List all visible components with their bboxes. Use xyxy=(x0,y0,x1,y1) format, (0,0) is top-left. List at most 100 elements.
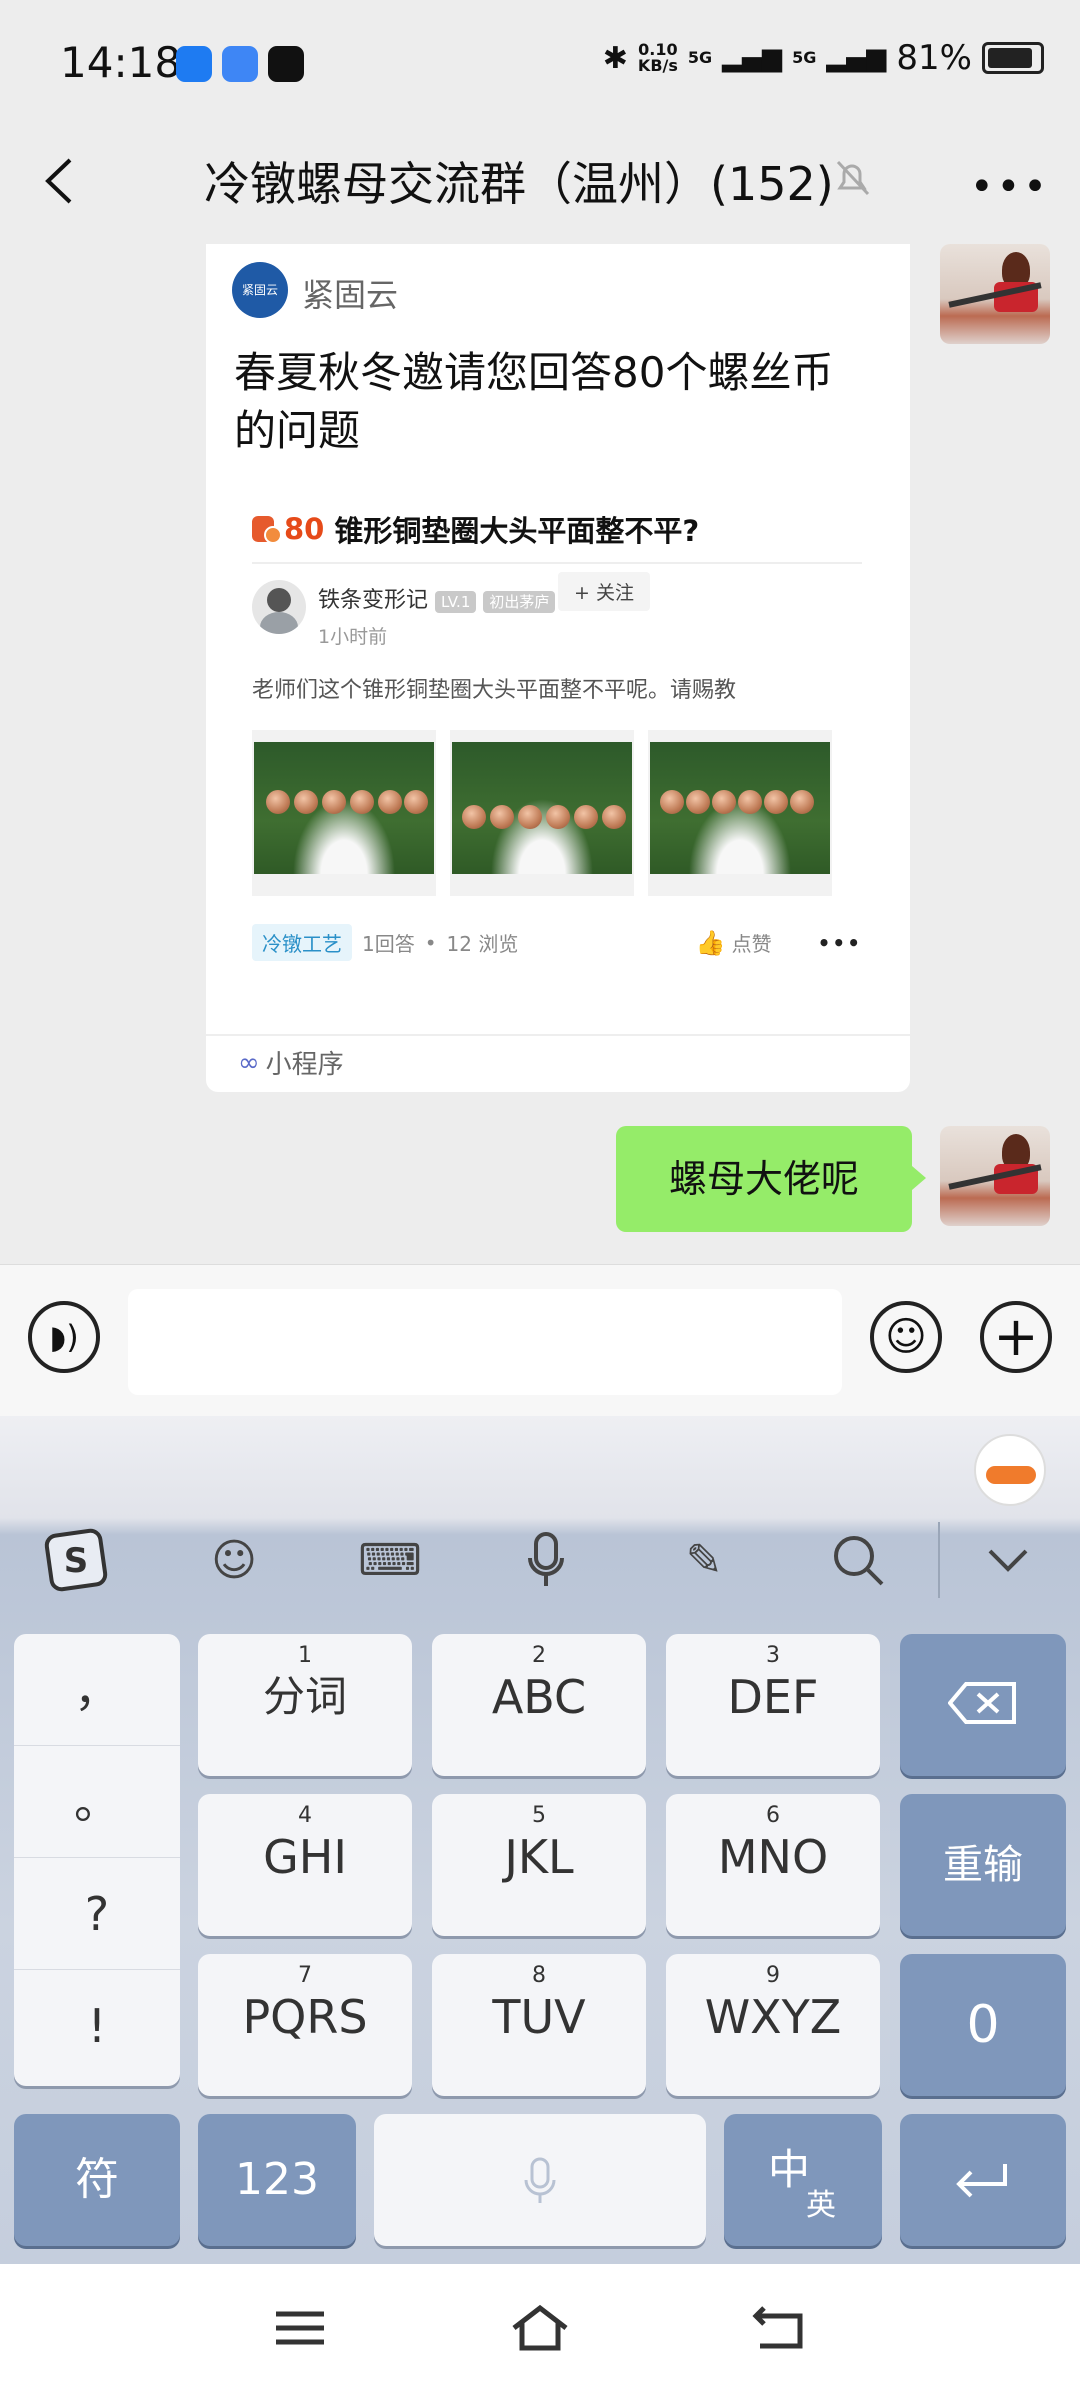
microphone-icon xyxy=(524,2157,556,2203)
thumbnail-image xyxy=(450,730,634,896)
emoji-button[interactable]: ☺ xyxy=(870,1301,942,1373)
message-input[interactable] xyxy=(128,1289,842,1395)
thumbs-up-icon: 👍 xyxy=(695,928,726,957)
author-name: 铁条变形记 xyxy=(318,588,429,613)
voice-icon: ◗) xyxy=(49,1318,79,1356)
enter-icon xyxy=(956,2164,1007,2198)
mascot-icon[interactable] xyxy=(974,1434,1046,1506)
search-icon[interactable] xyxy=(822,1524,894,1596)
toolbar-divider xyxy=(938,1522,940,1598)
home-icon[interactable] xyxy=(510,2302,570,2354)
bluetooth-icon: ✱ xyxy=(602,40,628,76)
card-logo: 紧固云 xyxy=(232,262,288,318)
menu-icon[interactable] xyxy=(270,2302,330,2354)
key-5[interactable]: 5 JKL xyxy=(432,1794,646,1936)
meta-row: 冷镦工艺 1回答 • 12 浏览 👍 点赞 ••• xyxy=(252,924,862,961)
punctuation-column: ， 。 ? ! xyxy=(14,1634,180,2086)
card-footer: ∞ 小程序 xyxy=(206,1034,910,1092)
author-name-line: 铁条变形记 LV.1 初出茅庐 xyxy=(318,582,556,614)
voice-input-button[interactable]: ◗) xyxy=(28,1301,100,1373)
microphone-icon[interactable] xyxy=(510,1524,582,1596)
zero-key[interactable]: 0 xyxy=(900,1954,1066,2096)
status-bar: 14:18 ✱ 0.10 KB/s 5G ▂▄▆ 5G ▂▄▆ 81% xyxy=(0,0,1080,128)
svg-text:S: S xyxy=(64,1541,89,1581)
sogou-logo-icon[interactable]: S xyxy=(40,1524,112,1596)
language-switch-key[interactable]: 中 英 xyxy=(724,2114,882,2246)
message-bubble[interactable]: 螺母大佬呢 xyxy=(616,1126,926,1232)
backspace-key[interactable] xyxy=(900,1634,1066,1776)
like-button: 👍 点赞 xyxy=(696,928,772,957)
mini-program-text: 小程序 xyxy=(265,1050,344,1080)
card-preview: 80 锥形铜垫圈大头平面整不平? 铁条变形记 LV.1 初出茅庐 + 关注 1小… xyxy=(252,504,862,961)
level-badge: LV.1 xyxy=(435,591,477,613)
view-count: 12 浏览 xyxy=(446,932,519,956)
keyboard-toolbar: S ☺ ⌨ ✎ xyxy=(0,1502,1080,1622)
attach-button[interactable]: + xyxy=(980,1301,1052,1373)
network-speed: 0.10 KB/s xyxy=(637,40,678,75)
punctuation-key[interactable]: 。 xyxy=(14,1746,180,1858)
enter-key[interactable] xyxy=(900,2114,1066,2246)
battery-percent: 81% xyxy=(896,38,972,78)
symbol-key[interactable]: 符 xyxy=(14,2114,180,2246)
system-nav-bar xyxy=(0,2264,1080,2392)
question-body: 老师们这个锥形铜垫圈大头平面整不平呢。请赐教 xyxy=(252,678,737,703)
handwriting-icon[interactable]: ✎ xyxy=(668,1524,740,1596)
emoji-icon[interactable]: ☺ xyxy=(198,1524,270,1596)
more-options-button[interactable]: ••• xyxy=(970,164,1050,210)
number-key[interactable]: 123 xyxy=(198,2114,356,2246)
more-icon: ••• xyxy=(817,930,862,955)
avatar[interactable] xyxy=(940,1126,1050,1226)
chevron-down-icon[interactable] xyxy=(972,1524,1044,1596)
chevron-left-icon xyxy=(45,158,72,204)
follow-button: + 关注 xyxy=(558,572,650,611)
key-2[interactable]: 2 ABC xyxy=(432,1634,646,1776)
punctuation-key[interactable]: ， xyxy=(14,1634,180,1746)
card-title: 春夏秋冬邀请您回答80个螺丝币的问题 xyxy=(234,348,834,455)
question-title-row: 80 锥形铜垫圈大头平面整不平? xyxy=(252,504,862,554)
thumbnail-row xyxy=(252,730,862,896)
input-bar: ◗) ☺ + xyxy=(0,1264,1080,1416)
keyboard: S ☺ ⌨ ✎ ， 。 ? ! 1 分词 2 ABC 3 DEF 4 GHI 5… xyxy=(0,1416,1080,2264)
back-button[interactable] xyxy=(40,156,76,210)
punctuation-key[interactable]: ? xyxy=(14,1858,180,1970)
divider xyxy=(252,562,862,564)
status-time: 14:18 xyxy=(60,38,182,87)
signal-label: 5G xyxy=(687,48,713,67)
author-avatar xyxy=(252,580,306,634)
card-source: 紧固云 xyxy=(302,276,399,314)
lang-main: 中 xyxy=(768,2145,811,2194)
key-6[interactable]: 6 MNO xyxy=(666,1794,880,1936)
key-3[interactable]: 3 DEF xyxy=(666,1634,880,1776)
app-notification-icon xyxy=(222,46,258,82)
mute-bell-icon xyxy=(832,158,872,202)
key-9[interactable]: 9 WXYZ xyxy=(666,1954,880,2096)
backspace-icon xyxy=(947,1682,1016,1724)
keyboard-icon[interactable]: ⌨ xyxy=(354,1524,426,1596)
lang-sub: 英 xyxy=(806,2188,836,2223)
thumbnail-image xyxy=(252,730,436,896)
chat-title: 冷镦螺母交流群（温州）(152) xyxy=(204,157,834,211)
avatar[interactable] xyxy=(940,244,1050,344)
key-4[interactable]: 4 GHI xyxy=(198,1794,412,1936)
space-key[interactable] xyxy=(374,2114,706,2246)
punctuation-key[interactable]: ! xyxy=(14,1970,180,2082)
category-tag: 冷镦工艺 xyxy=(252,924,352,961)
link-icon: ∞ xyxy=(238,1047,260,1078)
coin-icon xyxy=(252,516,282,544)
mini-program-card[interactable]: 紧固云 紧固云 春夏秋冬邀请您回答80个螺丝币的问题 80 锥形铜垫圈大头平面整… xyxy=(206,244,910,1092)
reward-amount: 80 xyxy=(284,512,325,546)
mini-program-label: ∞ 小程序 xyxy=(238,1044,344,1081)
question-title: 锥形铜垫圈大头平面整不平? xyxy=(334,514,700,548)
retype-key[interactable]: 重输 xyxy=(900,1794,1066,1936)
back-nav-icon[interactable] xyxy=(750,2302,810,2354)
plus-icon: + xyxy=(993,1305,1039,1368)
author-row: 铁条变形记 LV.1 初出茅庐 + 关注 1小时前 xyxy=(252,572,862,660)
system-indicators: ✱ 0.10 KB/s 5G ▂▄▆ 5G ▂▄▆ 81% xyxy=(603,38,1044,78)
signal-icon: ▂▄▆ xyxy=(722,43,783,73)
key-1[interactable]: 1 分词 xyxy=(198,1634,412,1776)
key-7[interactable]: 7 PQRS xyxy=(198,1954,412,2096)
signal-label: 5G xyxy=(792,48,817,67)
smiley-icon: ☺ xyxy=(885,1314,927,1360)
post-time: 1小时前 xyxy=(318,626,388,648)
key-8[interactable]: 8 TUV xyxy=(432,1954,646,2096)
